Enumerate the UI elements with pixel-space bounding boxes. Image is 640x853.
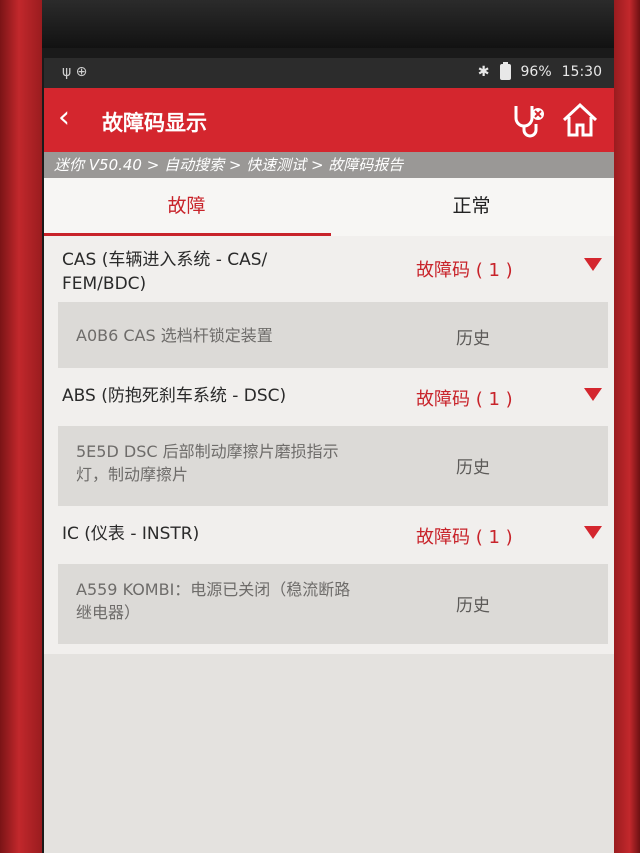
device-bezel-top [0,0,640,48]
stethoscope-icon[interactable] [508,100,548,140]
fault-code-description: 5E5D DSC 后部制动摩擦片磨损指示灯，制动摩擦片 [76,442,339,484]
breadcrumb: 迷你 V50.40 > 自动搜索 > 快速测试 > 故障码报告 [44,152,614,178]
tab-normal[interactable]: 正常 [329,178,614,236]
battery-percent: 96% [520,64,552,80]
group-header-cas[interactable]: CAS (车辆进入系统 - CAS/ FEM/BDC) 故障码 ( 1 ) [44,236,614,302]
back-arrow-icon[interactable]: ‹ [58,102,70,134]
fault-code-list: CAS (车辆进入系统 - CAS/ FEM/BDC) 故障码 ( 1 ) A0… [44,236,614,644]
fault-code-row[interactable]: 5E5D DSC 后部制动摩擦片磨损指示灯，制动摩擦片 历史 [58,426,608,506]
group-name: IC (仪表 - INSTR) [62,524,200,544]
fault-code-description: A0B6 CAS 选档杆锁定装置 [76,326,273,345]
group-name: CAS (车辆进入系统 - CAS/ FEM/BDC) [62,250,268,294]
group-header-abs[interactable]: ABS (防抱死刹车系统 - DSC) 故障码 ( 1 ) [44,368,614,426]
fault-code-row[interactable]: A0B6 CAS 选档杆锁定装置 历史 [58,302,608,368]
group-fault-count: 故障码 ( 1 ) [416,527,513,548]
title-bar: ‹ 故障码显示 [44,88,614,152]
fault-code-status: 历史 [456,596,490,616]
fault-code-description: A559 KOMBI：电源已关闭（稳流断路继电器） [76,580,351,622]
empty-area [44,654,614,853]
caret-down-icon[interactable] [584,258,602,271]
device-case-left [0,0,42,853]
group-fault-count: 故障码 ( 1 ) [416,389,513,410]
fault-code-row[interactable]: A559 KOMBI：电源已关闭（稳流断路继电器） 历史 [58,564,608,644]
group-header-ic[interactable]: IC (仪表 - INSTR) 故障码 ( 1 ) [44,506,614,564]
group-fault-count: 故障码 ( 1 ) [416,260,513,281]
tab-bar: 故障 正常 [44,178,614,236]
device-case-right [614,0,640,853]
fault-code-status: 历史 [456,458,490,478]
clock: 15:30 [561,64,602,80]
status-left-icons: ψ ⊕ [62,64,88,80]
status-bar: ψ ⊕ ✱ 96% 15:30 [44,58,614,88]
page-title: 故障码显示 [102,111,207,135]
bluetooth-icon: ✱ [477,64,490,80]
status-right: ✱ 96% 15:30 [477,62,602,80]
group-name: ABS (防抱死刹车系统 - DSC) [62,386,287,406]
home-icon[interactable] [560,100,600,140]
caret-down-icon[interactable] [584,526,602,539]
device-screen: ψ ⊕ ✱ 96% 15:30 ‹ 故障码显示 迷你 V50.40 > 自动搜索… [44,58,614,853]
tab-fault[interactable]: 故障 [44,178,329,236]
caret-down-icon[interactable] [584,388,602,401]
fault-code-status: 历史 [456,329,490,349]
battery-icon [499,62,511,80]
